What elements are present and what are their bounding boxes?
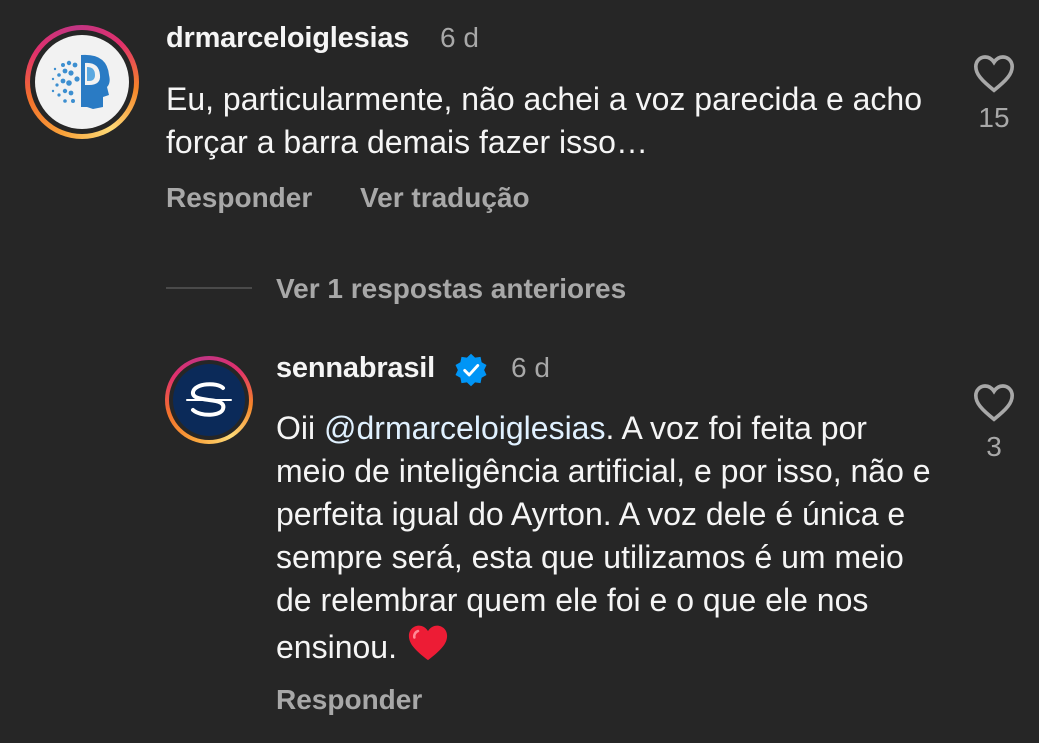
heart-outline-icon[interactable]	[972, 53, 1016, 93]
red-heart-emoji-icon	[408, 625, 447, 661]
reply-text-body: . A voz foi feita por meio de inteligênc…	[276, 410, 931, 665]
comment-text: Eu, particularmente, não achei a voz par…	[166, 81, 923, 160]
view-previous-replies-button[interactable]: Ver 1 respostas anteriores	[276, 273, 626, 305]
avatar-sennabrasil[interactable]	[165, 356, 253, 444]
reply-timestamp: 6 d	[511, 352, 550, 383]
reply-username[interactable]: sennabrasil	[276, 352, 435, 385]
reply-button[interactable]: Responder	[276, 684, 422, 716]
heart-outline-icon[interactable]	[972, 382, 1016, 422]
mention-link[interactable]: @drmarceloiglesias	[324, 410, 605, 446]
profile-logo-icon	[51, 54, 110, 109]
comments-panel: drmarceloiglesias 6 d Eu, particularment…	[0, 0, 1039, 743]
verified-badge-icon	[455, 353, 487, 387]
reply-text: Oii @drmarceloiglesias. A voz foi feita …	[276, 407, 936, 669]
comment-username[interactable]: drmarceloiglesias	[166, 22, 409, 55]
reply-text-intro: Oii	[276, 410, 324, 446]
like-count: 3	[986, 431, 1002, 462]
see-translation-button[interactable]: Ver tradução	[360, 182, 530, 214]
senna-s-logo-icon	[186, 382, 232, 417]
replies-divider	[166, 287, 252, 289]
reply-button[interactable]: Responder	[166, 182, 312, 214]
comment-timestamp: 6 d	[440, 22, 479, 53]
avatar-drmarceloiglesias[interactable]	[25, 25, 139, 139]
like-count: 15	[978, 102, 1010, 133]
